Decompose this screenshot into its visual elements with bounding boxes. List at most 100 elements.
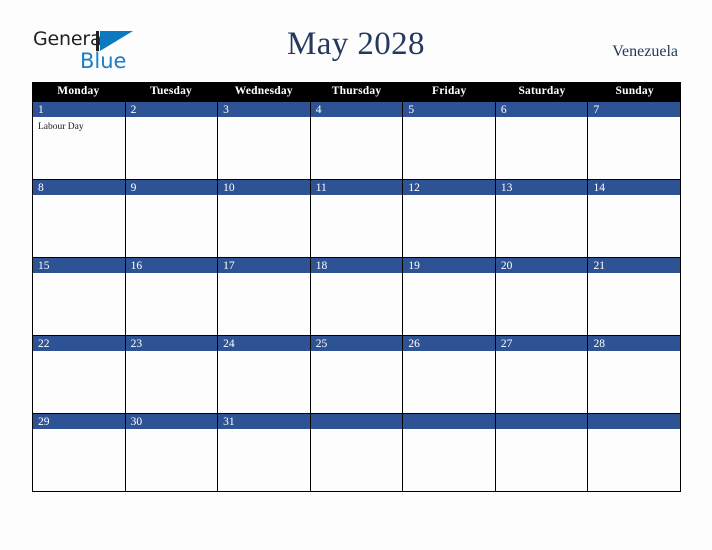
- calendar-day-cell[interactable]: [588, 414, 682, 491]
- calendar-day-cell[interactable]: 11: [310, 180, 404, 257]
- day-events: Labour Day: [33, 118, 125, 179]
- day-events: [33, 196, 125, 257]
- calendar-week-row: 1 Labour Day 2 3 4 5 6 7: [32, 101, 682, 180]
- holiday-label: Labour Day: [38, 122, 84, 132]
- day-events: [311, 430, 403, 491]
- calendar-week-row: 29 30 31: [32, 414, 682, 492]
- calendar-grid: Monday Tuesday Wednesday Thursday Friday…: [32, 82, 682, 492]
- weekday-header-sunday: Sunday: [615, 85, 654, 97]
- day-number: 9: [125, 180, 218, 196]
- day-events: [33, 274, 125, 335]
- day-number: 10: [218, 180, 310, 196]
- day-number: 20: [495, 258, 588, 274]
- calendar-day-cell[interactable]: 30: [125, 414, 219, 491]
- calendar-day-cell[interactable]: [403, 414, 496, 491]
- day-events: [403, 118, 495, 179]
- day-events: [126, 118, 218, 179]
- calendar-day-cell[interactable]: 9: [125, 180, 219, 257]
- page-title: May 2028: [287, 26, 425, 62]
- calendar-day-cell[interactable]: 19: [403, 258, 496, 335]
- calendar-day-cell[interactable]: 3: [218, 102, 311, 179]
- day-number: 12: [403, 180, 495, 196]
- day-events: [496, 430, 588, 491]
- day-number: 15: [33, 258, 125, 274]
- day-number: 24: [218, 336, 310, 352]
- day-number: 27: [495, 336, 588, 352]
- day-number: 3: [218, 102, 310, 118]
- weekday-header-wednesday: Wednesday: [234, 85, 293, 97]
- day-events: [588, 196, 680, 257]
- calendar-day-cell[interactable]: 17: [218, 258, 311, 335]
- day-events: [588, 118, 680, 179]
- day-events: [126, 430, 218, 491]
- calendar-day-cell[interactable]: 8: [32, 180, 126, 257]
- day-events: [311, 352, 403, 413]
- calendar-day-cell[interactable]: 2: [125, 102, 219, 179]
- day-number: 19: [403, 258, 495, 274]
- calendar-day-cell[interactable]: 15: [32, 258, 126, 335]
- day-number: 1: [33, 102, 125, 118]
- calendar-day-cell[interactable]: 16: [125, 258, 219, 335]
- calendar-day-cell[interactable]: 22: [32, 336, 126, 413]
- calendar-day-cell[interactable]: 5: [403, 102, 496, 179]
- calendar-week-row: 22 23 24 25 26 27 28: [32, 336, 682, 414]
- calendar-day-cell[interactable]: 10: [218, 180, 311, 257]
- calendar-weeks: 1 Labour Day 2 3 4 5 6 7 8 9 10 11 12 13 14 15 16 17 18 19 2…: [32, 101, 682, 492]
- calendar-day-cell[interactable]: 26: [403, 336, 496, 413]
- day-events: [218, 352, 310, 413]
- day-number: 21: [588, 258, 681, 274]
- calendar-day-cell[interactable]: [310, 414, 404, 491]
- calendar-day-cell[interactable]: 14: [588, 180, 682, 257]
- day-number: 31: [218, 414, 310, 430]
- day-events: [311, 196, 403, 257]
- weekday-header-friday: Friday: [432, 85, 467, 97]
- calendar-day-cell[interactable]: 21: [588, 258, 682, 335]
- calendar-day-cell[interactable]: 1 Labour Day: [32, 102, 126, 179]
- day-events: [126, 274, 218, 335]
- day-events: [588, 274, 680, 335]
- weekday-header-saturday: Saturday: [518, 85, 566, 97]
- calendar-day-cell[interactable]: 25: [310, 336, 404, 413]
- calendar-day-cell[interactable]: 28: [588, 336, 682, 413]
- day-events: [588, 430, 680, 491]
- day-number: 22: [33, 336, 125, 352]
- day-number: 8: [33, 180, 125, 196]
- calendar-day-cell[interactable]: 4: [310, 102, 404, 179]
- day-number: 4: [310, 102, 403, 118]
- day-number: [588, 414, 681, 430]
- weekday-header-tuesday: Tuesday: [150, 85, 193, 97]
- day-number: 30: [125, 414, 218, 430]
- day-number: 14: [588, 180, 681, 196]
- day-events: [218, 274, 310, 335]
- calendar-day-cell[interactable]: 23: [125, 336, 219, 413]
- day-events: [403, 430, 495, 491]
- weekday-header-monday: Monday: [57, 85, 100, 97]
- day-events: [218, 118, 310, 179]
- calendar-day-cell[interactable]: [495, 414, 589, 491]
- day-number: 16: [125, 258, 218, 274]
- day-number: 28: [588, 336, 681, 352]
- calendar-day-cell[interactable]: 13: [495, 180, 589, 257]
- day-events: [496, 118, 588, 179]
- calendar-day-cell[interactable]: 31: [218, 414, 311, 491]
- page-header: General Blue May 2028 Venezuela: [0, 0, 712, 82]
- calendar-day-cell[interactable]: 12: [403, 180, 496, 257]
- calendar-day-cell[interactable]: 18: [310, 258, 404, 335]
- day-events: [126, 352, 218, 413]
- day-number: 17: [218, 258, 310, 274]
- day-events: [311, 274, 403, 335]
- day-number: [310, 414, 403, 430]
- calendar-day-cell[interactable]: 24: [218, 336, 311, 413]
- day-events: [218, 196, 310, 257]
- calendar-day-cell[interactable]: 20: [495, 258, 589, 335]
- day-events: [126, 196, 218, 257]
- day-events: [496, 196, 588, 257]
- weekday-header-row: Monday Tuesday Wednesday Thursday Friday…: [32, 82, 681, 101]
- calendar-day-cell[interactable]: 7: [588, 102, 682, 179]
- day-number: 7: [588, 102, 681, 118]
- calendar-day-cell[interactable]: 27: [495, 336, 589, 413]
- day-number: 18: [310, 258, 403, 274]
- day-events: [496, 274, 588, 335]
- calendar-day-cell[interactable]: 6: [495, 102, 589, 179]
- calendar-day-cell[interactable]: 29: [32, 414, 126, 491]
